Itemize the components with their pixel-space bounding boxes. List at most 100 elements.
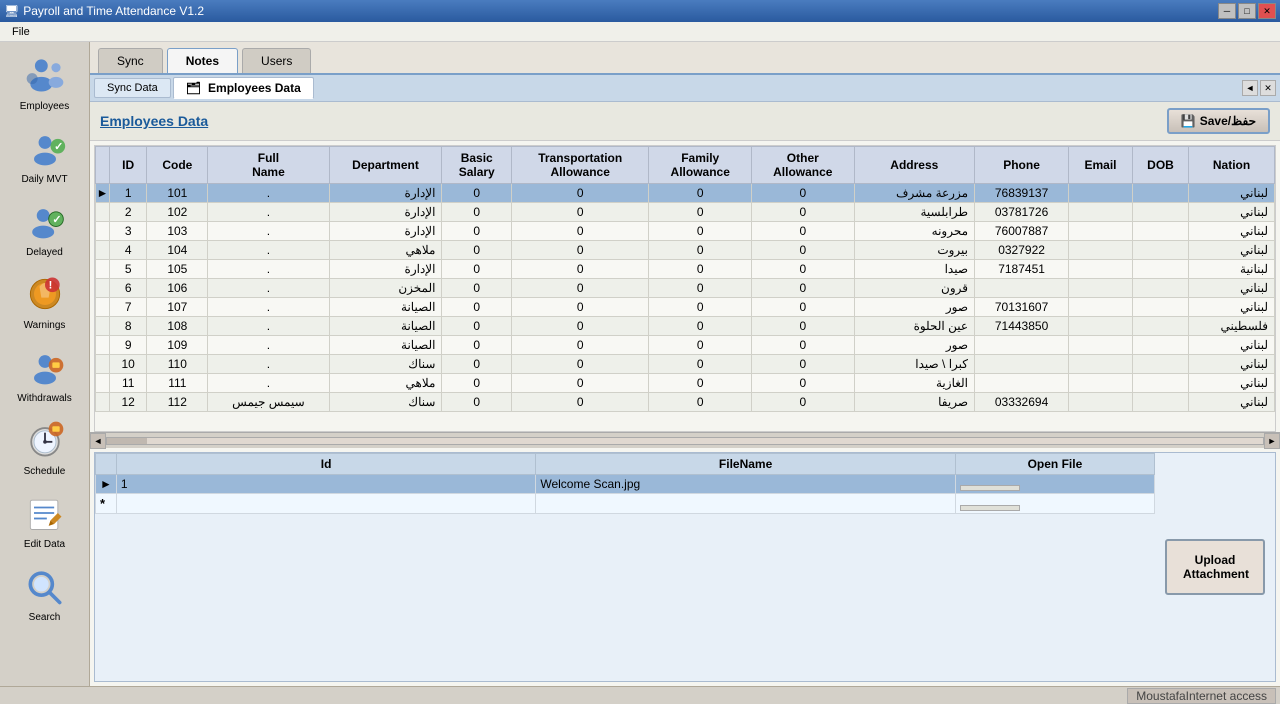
cell-other: 0: [752, 336, 855, 355]
nav-right-button[interactable]: ✕: [1260, 80, 1276, 96]
cell-department: الإدارة: [329, 203, 442, 222]
table-row[interactable]: 2 102 . الإدارة 0 0 0 0 طرابلسية 0378172…: [96, 203, 1275, 222]
cell-address: صريفا: [854, 393, 974, 412]
cell-family: 0: [649, 241, 752, 260]
sidebar-item-daily-mvt[interactable]: ✓ Daily MVT: [5, 119, 85, 190]
cell-basic-salary: 0: [442, 355, 511, 374]
sidebar-item-warnings[interactable]: ! Warnings: [5, 265, 85, 336]
tab-notes[interactable]: Notes: [167, 48, 238, 73]
table-row[interactable]: 9 109 . الصيانة 0 0 0 0 صور لبناني: [96, 336, 1275, 355]
sidebar-item-schedule[interactable]: Schedule: [5, 411, 85, 482]
cell-nation: لبناني: [1189, 393, 1275, 412]
cell-department: ملاهي: [329, 374, 442, 393]
cell-dob: [1132, 355, 1188, 374]
table-row[interactable]: 12 112 سيمس جيمس سناك 0 0 0 0 صريفا 0333…: [96, 393, 1275, 412]
att-newrow-filename[interactable]: [536, 494, 955, 514]
table-row[interactable]: 6 106 . المخزن 0 0 0 0 قرون لبناني: [96, 279, 1275, 298]
horizontal-scrollbar[interactable]: ◄ ►: [90, 432, 1280, 448]
row-indicator: [96, 222, 110, 241]
scroll-left-button[interactable]: ◄: [90, 433, 106, 449]
tab-sync[interactable]: Sync: [98, 48, 163, 73]
sidebar-item-delayed[interactable]: ✓ Delayed: [5, 192, 85, 263]
cell-code: 112: [147, 393, 208, 412]
attachment-new-row[interactable]: *: [96, 494, 1155, 514]
open-file-button[interactable]: [960, 485, 1020, 491]
cell-transport: 0: [511, 260, 649, 279]
cell-address: قرون: [854, 279, 974, 298]
cell-address: صور: [854, 336, 974, 355]
cell-basic-salary: 0: [442, 184, 511, 203]
cell-other: 0: [752, 355, 855, 374]
scroll-right-button[interactable]: ►: [1264, 433, 1280, 449]
att-filename-input[interactable]: [540, 499, 950, 511]
cell-other: 0: [752, 279, 855, 298]
table-row[interactable]: 11 111 . ملاهي 0 0 0 0 الغازية لبناني: [96, 374, 1275, 393]
employees-table-container[interactable]: ID Code FullName Department BasicSalary …: [94, 145, 1276, 432]
table-row[interactable]: ► 1 101 . الإدارة 0 0 0 0 مزرعة مشرف 768…: [96, 184, 1275, 203]
table-row[interactable]: 3 103 . الإدارة 0 0 0 0 محرونه 76007887 …: [96, 222, 1275, 241]
cell-department: الصيانة: [329, 336, 442, 355]
nav-left-button[interactable]: ◄: [1242, 80, 1258, 96]
table-row[interactable]: 10 110 . سناك 0 0 0 0 كبرا \ صيدا لبناني: [96, 355, 1275, 374]
cell-basic-salary: 0: [442, 222, 511, 241]
sidebar-item-employees[interactable]: Employees: [5, 46, 85, 117]
scroll-track[interactable]: [106, 437, 1264, 445]
cell-dob: [1132, 184, 1188, 203]
cell-fullname: .: [208, 298, 329, 317]
cell-nation: لبناني: [1189, 336, 1275, 355]
att-id-input[interactable]: [121, 499, 531, 511]
scroll-thumb[interactable]: [107, 438, 147, 444]
table-row[interactable]: 7 107 . الصيانة 0 0 0 0 صور 70131607 لبن…: [96, 298, 1275, 317]
table-row[interactable]: 8 108 . الصيانة 0 0 0 0 عين الحلوة 71443…: [96, 317, 1275, 336]
cell-address: كبرا \ صيدا: [854, 355, 974, 374]
employees-label: Employees: [20, 101, 69, 112]
cell-basic-salary: 0: [442, 279, 511, 298]
cell-other: 0: [752, 203, 855, 222]
cell-department: سناك: [329, 355, 442, 374]
cell-other: 0: [752, 184, 855, 203]
cell-basic-salary: 0: [442, 298, 511, 317]
subtab-sync-data[interactable]: Sync Data: [94, 78, 171, 98]
maximize-button[interactable]: □: [1238, 3, 1256, 19]
sidebar-item-withdrawals[interactable]: Withdrawals: [5, 338, 85, 409]
subtab-employees-data[interactable]: 🗂 Employees Data: [173, 77, 314, 99]
withdrawals-icon: [21, 343, 69, 391]
save-button[interactable]: 💾 Save/حفظ: [1167, 108, 1270, 134]
att-row-openfile: [955, 475, 1154, 494]
cell-nation: لبناني: [1189, 222, 1275, 241]
cell-nation: لبناني: [1189, 279, 1275, 298]
cell-family: 0: [649, 203, 752, 222]
minimize-button[interactable]: ─: [1218, 3, 1236, 19]
cell-email: [1069, 203, 1133, 222]
cell-address: صور: [854, 298, 974, 317]
cell-other: 0: [752, 260, 855, 279]
att-open-file-new-button[interactable]: [960, 505, 1020, 511]
att-newrow-id[interactable]: [116, 494, 535, 514]
file-menu[interactable]: File: [4, 24, 38, 40]
attachment-row[interactable]: ► 1 Welcome Scan.jpg: [96, 475, 1155, 494]
cell-phone: [975, 374, 1069, 393]
col-dob: DOB: [1132, 147, 1188, 184]
upload-attachment-button[interactable]: Upload Attachment: [1165, 539, 1265, 595]
sidebar-item-edit-data[interactable]: Edit Data: [5, 484, 85, 555]
att-newrow-indicator: *: [96, 494, 117, 514]
daily-mvt-label: Daily MVT: [21, 174, 67, 185]
title-bar-buttons: ─ □ ✕: [1218, 3, 1276, 19]
row-indicator: [96, 317, 110, 336]
table-row[interactable]: 4 104 . ملاهي 0 0 0 0 بيروت 0327922 لبنا…: [96, 241, 1275, 260]
cell-basic-salary: 0: [442, 336, 511, 355]
schedule-icon: [21, 416, 69, 464]
status-bar: Moustafa Internet access: [0, 686, 1280, 704]
cell-family: 0: [649, 298, 752, 317]
cell-fullname: .: [208, 260, 329, 279]
cell-dob: [1132, 317, 1188, 336]
sub-tab-nav: ◄ ✕: [1242, 80, 1276, 96]
sidebar-item-search[interactable]: Search: [5, 557, 85, 628]
cell-fullname: .: [208, 317, 329, 336]
cell-family: 0: [649, 317, 752, 336]
row-indicator: [96, 374, 110, 393]
cell-address: مزرعة مشرف: [854, 184, 974, 203]
table-row[interactable]: 5 105 . الإدارة 0 0 0 0 صيدا 7187451 لبن…: [96, 260, 1275, 279]
tab-users[interactable]: Users: [242, 48, 311, 73]
close-button[interactable]: ✕: [1258, 3, 1276, 19]
